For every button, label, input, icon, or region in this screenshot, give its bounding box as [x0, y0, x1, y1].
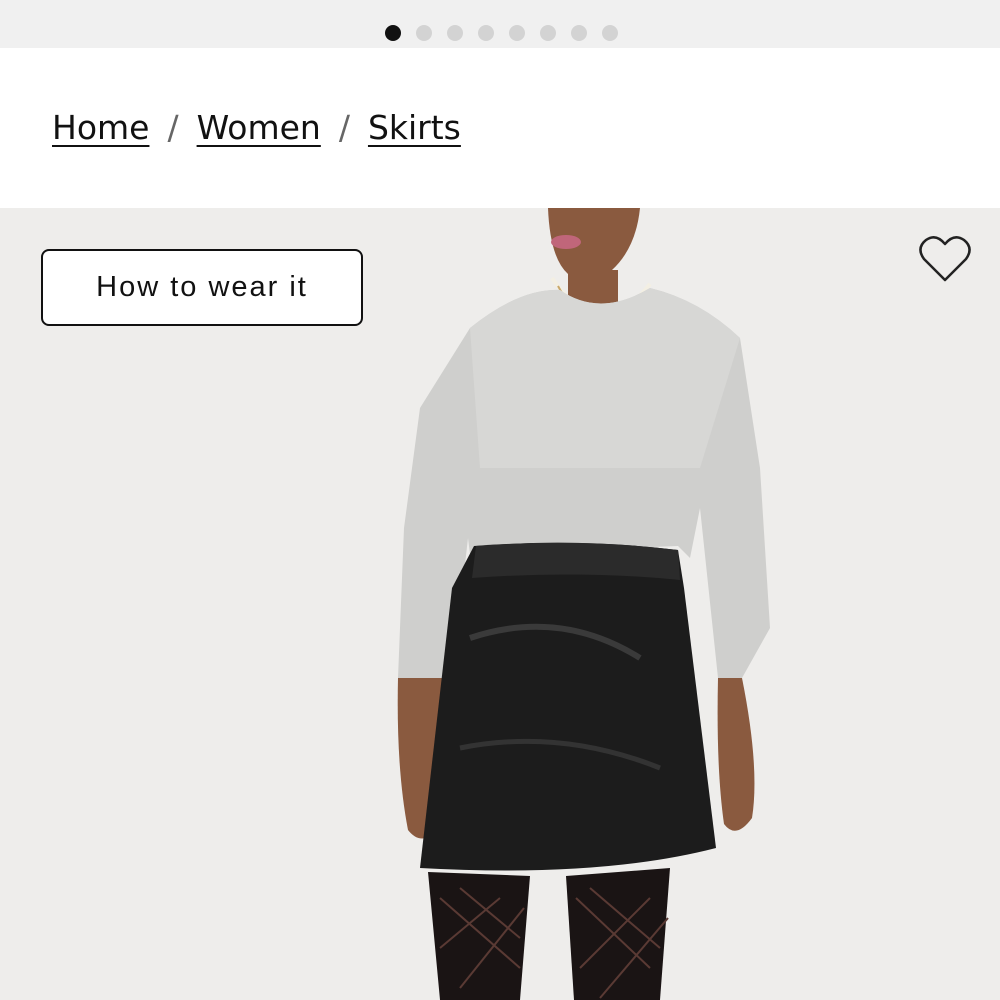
carousel-dots: [385, 25, 618, 41]
carousel-dot-4[interactable]: [478, 25, 494, 41]
carousel-dot-5[interactable]: [509, 25, 525, 41]
carousel-dot-3[interactable]: [447, 25, 463, 41]
breadcrumb-separator: /: [338, 108, 350, 147]
breadcrumb-skirts-link[interactable]: Skirts: [368, 108, 461, 147]
product-image[interactable]: How to wear it: [0, 208, 1000, 1000]
carousel-dot-1[interactable]: [385, 25, 401, 41]
carousel-indicator-bar: [0, 0, 1000, 48]
carousel-dot-2[interactable]: [416, 25, 432, 41]
carousel-dot-6[interactable]: [540, 25, 556, 41]
how-to-wear-it-button[interactable]: How to wear it: [41, 249, 363, 326]
breadcrumb-home-link[interactable]: Home: [52, 108, 149, 147]
carousel-dot-8[interactable]: [602, 25, 618, 41]
breadcrumb-women-link[interactable]: Women: [197, 108, 321, 147]
carousel-dot-7[interactable]: [571, 25, 587, 41]
heart-icon[interactable]: [918, 234, 972, 284]
breadcrumb: Home / Women / Skirts: [52, 108, 461, 147]
product-photo-illustration: [0, 208, 1000, 1000]
breadcrumb-separator: /: [167, 108, 179, 147]
